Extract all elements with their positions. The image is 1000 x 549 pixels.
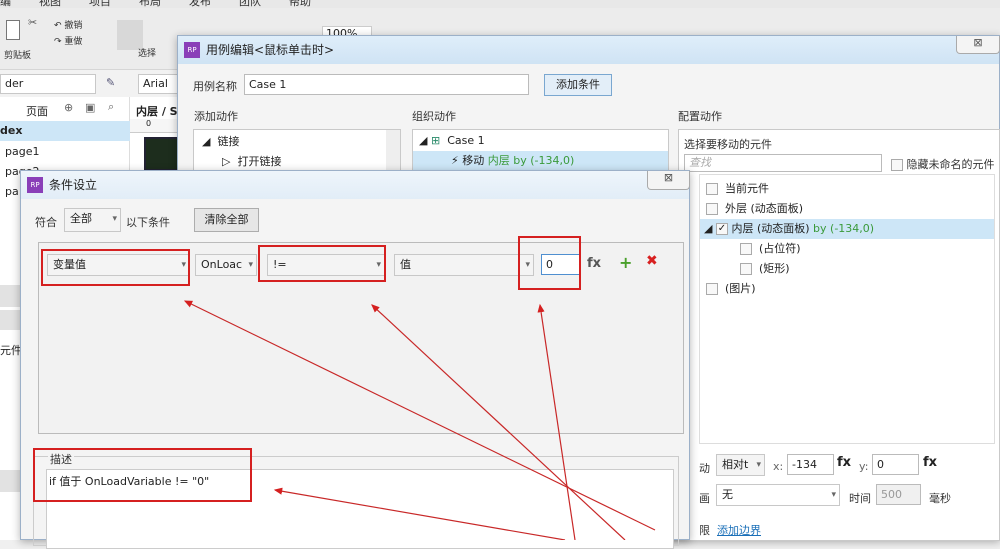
arrow xyxy=(371,304,626,540)
arrow xyxy=(273,487,566,540)
arrow xyxy=(537,303,576,540)
arrow xyxy=(183,300,656,531)
annotation-arrows xyxy=(183,300,656,540)
